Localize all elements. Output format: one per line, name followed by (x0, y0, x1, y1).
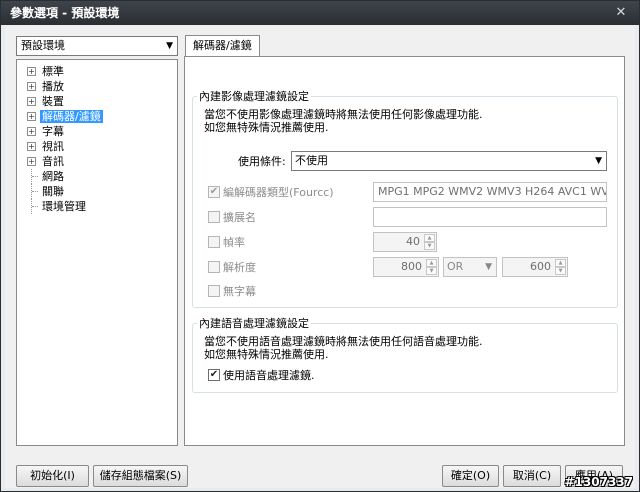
init-button[interactable]: 初始化(I) (16, 465, 89, 487)
codec-field[interactable]: MPG1 MPG2 WMV2 WMV3 H264 AVC1 WVC1 (373, 182, 607, 202)
tree-item[interactable]: + 視訊 (17, 139, 177, 154)
audio-desc-line1: 當您不使用語音處理濾鏡時將無法使用任何語音處理功能. (204, 335, 483, 348)
checkmark-icon: ✔ (209, 186, 219, 197)
extension-field[interactable] (373, 207, 607, 227)
expand-icon[interactable]: + (27, 112, 36, 121)
audio-filter-checkbox[interactable]: ✔ (208, 369, 220, 381)
expand-icon[interactable]: + (27, 142, 36, 151)
tree-item-label: 視訊 (42, 140, 64, 153)
resolution-height-stepper[interactable]: 600 ▲ ▼ (502, 257, 568, 277)
category-tree[interactable]: + 標準 + 播放 + 裝置 + 解碼器/濾鏡 + 字幕 + 視訊 + 音訊網路關聯環境管理 (16, 59, 178, 446)
profile-select[interactable]: 預設環境 ▼ (16, 36, 178, 56)
expand-icon[interactable]: + (27, 97, 36, 106)
codec-checkbox[interactable]: ✔ (208, 186, 220, 198)
condition-label: 使用條件: (238, 155, 286, 168)
framerate-value: 40 (406, 235, 420, 248)
tab-panel: 內建影像處理濾鏡設定 當您不使用影像處理濾鏡時將無法使用任何影像處理功能. 如您… (184, 56, 625, 446)
tree-item[interactable]: + 音訊 (17, 154, 177, 169)
video-group-title: 內建影像處理濾鏡設定 (197, 90, 311, 103)
condition-select[interactable]: 不使用 ▼ (291, 151, 607, 171)
tree-connector-line (31, 169, 39, 184)
spin-up-icon[interactable]: ▲ (555, 259, 566, 267)
chevron-down-icon: ▼ (485, 262, 492, 272)
chevron-down-icon: ▼ (595, 156, 602, 166)
tree-item[interactable]: + 字幕 (17, 124, 177, 139)
spin-down-icon[interactable]: ▼ (426, 267, 437, 275)
chevron-down-icon: ▼ (166, 41, 173, 51)
tree-item-label: 環境管理 (42, 200, 86, 213)
audio-filter-label: 使用語音處理濾鏡. (223, 369, 315, 382)
checkmark-icon: ✔ (209, 369, 219, 380)
cancel-button[interactable]: 取消(C) (503, 465, 561, 487)
tab-label: 解碼器/濾鏡 (193, 39, 252, 52)
framerate-checkbox[interactable] (208, 236, 220, 248)
tree-connector-line (31, 184, 39, 199)
tree-item-label: 字幕 (42, 125, 64, 138)
condition-select-value: 不使用 (295, 154, 328, 167)
preferences-window: 參數選項 - 預設環境 ✕ 預設環境 ▼ + 標準 + 播放 + 裝置 + 解碼器/濾鏡 + 字幕… (0, 0, 640, 492)
expand-icon[interactable]: + (27, 82, 36, 91)
tree-item-label: 解碼器/濾鏡 (40, 110, 103, 123)
tree-connector-line (31, 199, 39, 214)
close-icon[interactable]: ✕ (613, 5, 629, 21)
spin-up-icon[interactable]: ▲ (424, 234, 435, 242)
audio-filter-group: 內建語音處理濾鏡設定 當您不使用語音處理濾鏡時將無法使用任何語音處理功能. 如您… (192, 317, 618, 393)
tree-item[interactable]: + 裝置 (17, 94, 177, 109)
resolution-width-value: 800 (401, 260, 422, 273)
expand-icon[interactable]: + (27, 127, 36, 136)
expand-icon[interactable]: + (27, 67, 36, 76)
save-profile-button[interactable]: 儲存組態檔案(S) (93, 465, 188, 487)
spin-up-icon[interactable]: ▲ (426, 259, 437, 267)
audio-desc-line2: 如您無特殊情況推薦使用. (204, 348, 329, 361)
spin-down-icon[interactable]: ▼ (424, 242, 435, 250)
watermark-text: #1307337 (564, 475, 633, 489)
tree-item[interactable]: + 標準 (17, 64, 177, 79)
framerate-label: 幀率 (223, 236, 245, 249)
extension-label: 擴展名 (223, 211, 256, 224)
tree-item-label: 標準 (42, 65, 64, 78)
resolution-operator-select[interactable]: OR ▼ (443, 257, 497, 277)
video-desc-line1: 當您不使用影像處理濾鏡時將無法使用任何影像處理功能. (204, 108, 483, 121)
framerate-stepper[interactable]: 40 ▲ ▼ (373, 232, 437, 252)
title-bar[interactable]: 參數選項 - 預設環境 ✕ (1, 1, 639, 25)
profile-select-value: 預設環境 (21, 39, 65, 52)
resolution-label: 解析度 (223, 261, 256, 274)
resolution-height-value: 600 (530, 260, 551, 273)
tree-item[interactable]: 關聯 (17, 184, 177, 199)
tree-item[interactable]: + 播放 (17, 79, 177, 94)
video-desc-line2: 如您無特殊情況推薦使用. (204, 121, 329, 134)
resolution-operator-value: OR (447, 260, 464, 273)
tree-item[interactable]: 環境管理 (17, 199, 177, 214)
codec-label: 編解碼器類型(Fourcc) (223, 186, 334, 199)
tree-item-label: 關聯 (42, 185, 64, 198)
no-subtitle-label: 無字幕 (223, 285, 256, 298)
expand-icon[interactable]: + (27, 157, 36, 166)
tree-item[interactable]: 網路 (17, 169, 177, 184)
tree-item-label: 裝置 (42, 95, 64, 108)
tree-item-label: 播放 (42, 80, 64, 93)
tree-item-label: 網路 (42, 170, 64, 183)
spin-down-icon[interactable]: ▼ (555, 267, 566, 275)
tree-item[interactable]: + 解碼器/濾鏡 (17, 109, 177, 124)
tree-item-label: 音訊 (42, 155, 64, 168)
extension-checkbox[interactable] (208, 211, 220, 223)
video-filter-group: 內建影像處理濾鏡設定 當您不使用影像處理濾鏡時將無法使用任何影像處理功能. 如您… (192, 90, 618, 308)
resolution-checkbox[interactable] (208, 261, 220, 273)
dialog-body: 預設環境 ▼ + 標準 + 播放 + 裝置 + 解碼器/濾鏡 + 字幕 + 視訊 + 音訊網路關聯環境管理… (5, 26, 635, 488)
resolution-width-stepper[interactable]: 800 ▲ ▼ (373, 257, 439, 277)
audio-group-title: 內建語音處理濾鏡設定 (197, 317, 311, 330)
window-title: 參數選項 - 預設環境 (10, 6, 120, 20)
no-subtitle-checkbox[interactable] (208, 285, 220, 297)
tab-decoders-filters[interactable]: 解碼器/濾鏡 (185, 35, 260, 57)
ok-button[interactable]: 確定(O) (442, 465, 499, 487)
